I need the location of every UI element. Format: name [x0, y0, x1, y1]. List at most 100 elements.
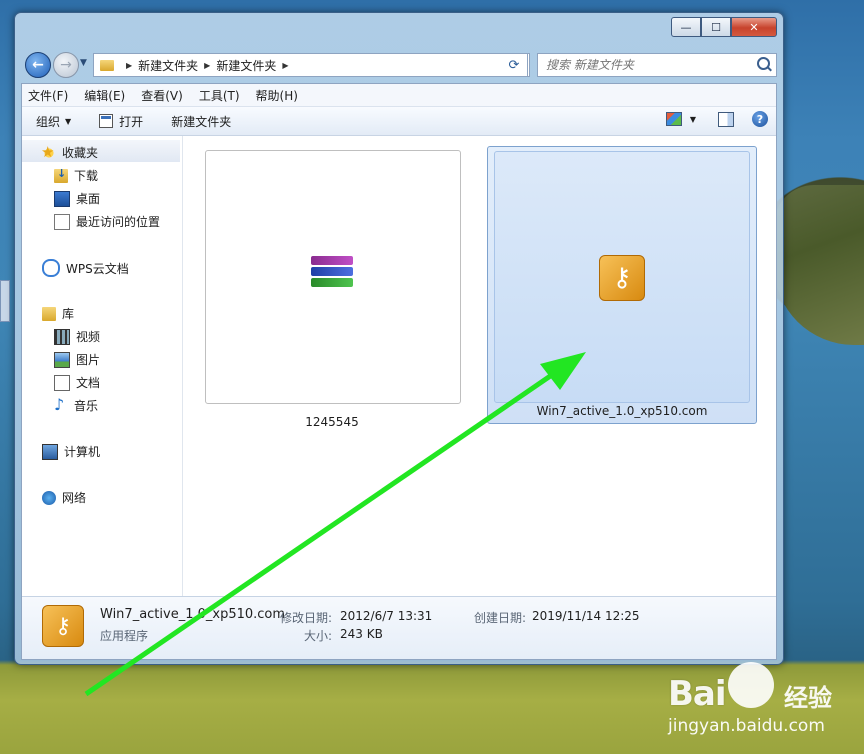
explorer-client-area: 文件(F) 编辑(E) 查看(V) 工具(T) 帮助(H) 组织 ▼ 打开 新建…: [21, 83, 777, 660]
music-note-icon: [54, 395, 68, 414]
file-list: 1245545 ⚷ Win7_active_1.0_xp510.com: [183, 136, 776, 596]
downloads-folder-icon: [54, 167, 68, 183]
forward-button[interactable]: →: [53, 52, 79, 78]
maximize-button[interactable]: ☐: [701, 17, 731, 37]
details-pane: ⚷ Win7_active_1.0_xp510.com 应用程序 修改日期: 2…: [22, 596, 776, 659]
open-label: 打开: [119, 114, 144, 129]
file-name-win7-active[interactable]: Win7_active_1.0_xp510.com: [492, 404, 752, 418]
navigation-row: ← → ▼ ▶ 新建文件夹 ▶ 新建文件夹 ▶ ▼ ⟳: [23, 49, 777, 79]
details-file-type: 应用程序: [100, 629, 149, 643]
nav-music[interactable]: 音乐: [54, 395, 98, 414]
change-view-icon[interactable]: [665, 112, 682, 126]
nav-pictures[interactable]: 图片: [54, 351, 100, 368]
back-button[interactable]: ←: [25, 52, 51, 78]
menu-view[interactable]: 查看(V): [141, 87, 183, 104]
network-icon: [42, 490, 56, 505]
nav-computer-label: 计算机: [64, 445, 101, 459]
details-size-value: 243 KB: [340, 627, 383, 641]
chevron-down-icon: ▼: [65, 116, 72, 126]
recent-places-icon: [54, 213, 70, 230]
nav-documents-label: 文档: [76, 376, 101, 390]
nav-recent-places[interactable]: 最近访问的位置: [54, 213, 160, 230]
navigation-pane: 收藏夹 下载 桌面 最近访问的位置 WPS云文档 库: [22, 136, 183, 596]
breadcrumb-folder-2[interactable]: 新建文件夹: [216, 57, 276, 74]
chevron-right-icon[interactable]: ▶: [204, 61, 210, 70]
minimize-button[interactable]: —: [671, 17, 701, 37]
nav-videos[interactable]: 视频: [54, 328, 100, 345]
background-window-edge: [0, 280, 10, 322]
winrar-archive-icon: [311, 256, 353, 292]
chevron-right-icon[interactable]: ▶: [282, 61, 288, 70]
nav-downloads-label: 下载: [74, 169, 99, 183]
key-app-icon: ⚷: [599, 255, 645, 301]
details-modified-value: 2012/6/7 13:31: [340, 609, 433, 623]
nav-wps-label: WPS云文档: [66, 261, 129, 276]
details-file-name: Win7_active_1.0_xp510.com: [100, 607, 286, 622]
nav-wps-cloud[interactable]: WPS云文档: [42, 259, 129, 277]
search-box[interactable]: [537, 53, 777, 77]
organize-label: 组织: [36, 114, 61, 129]
selection-inner-frame: ⚷: [494, 151, 750, 403]
history-dropdown-button[interactable]: ▼: [80, 58, 87, 68]
video-icon: [54, 328, 70, 345]
nav-pictures-label: 图片: [76, 353, 101, 367]
search-input[interactable]: [538, 54, 748, 76]
desktop-icon: [54, 190, 70, 207]
open-button[interactable]: 打开: [99, 113, 143, 130]
chevron-down-icon: ▼: [80, 58, 87, 68]
chevron-down-icon[interactable]: ▼: [690, 115, 696, 124]
caption-buttons: — ☐ ✕: [671, 17, 777, 37]
watermark-url: jingyan.baidu.com: [668, 716, 825, 736]
document-icon: [54, 374, 70, 391]
watermark-brand-suffix: 经验: [784, 684, 832, 712]
nav-network[interactable]: 网络: [42, 489, 86, 506]
file-tile-win7-active-selected[interactable]: ⚷ Win7_active_1.0_xp510.com: [487, 146, 757, 424]
menu-tools[interactable]: 工具(T): [199, 87, 240, 104]
refresh-icon: ⟳: [508, 57, 520, 73]
details-modified-label: 修改日期:: [280, 611, 333, 625]
menu-help[interactable]: 帮助(H): [256, 87, 298, 104]
organize-button[interactable]: 组织 ▼: [36, 113, 71, 130]
cloud-icon: [42, 259, 60, 277]
new-folder-button[interactable]: 新建文件夹: [171, 113, 231, 130]
nav-network-label: 网络: [62, 491, 87, 505]
preview-pane-icon[interactable]: [718, 111, 734, 127]
computer-icon: [42, 443, 58, 460]
pictures-icon: [54, 351, 70, 368]
library-icon: [42, 306, 56, 321]
baidu-paw-logo: [728, 662, 774, 708]
help-icon[interactable]: ?: [752, 111, 768, 127]
breadcrumb-folder-1[interactable]: 新建文件夹: [138, 57, 198, 74]
watermark-brand: Bai: [668, 674, 727, 714]
nav-recent-label: 最近访问的位置: [76, 215, 161, 229]
details-created-value: 2019/11/14 12:25: [532, 609, 640, 623]
close-button[interactable]: ✕: [731, 17, 777, 37]
nav-favorites[interactable]: 收藏夹: [41, 143, 98, 161]
file-name-1245545[interactable]: 1245545: [202, 415, 462, 429]
refresh-button[interactable]: ⟳: [501, 53, 528, 77]
arrow-left-icon: ←: [32, 57, 44, 73]
open-window-icon: [99, 114, 114, 128]
key-app-icon: ⚷: [42, 605, 84, 647]
menu-edit[interactable]: 编辑(E): [84, 87, 125, 104]
new-folder-label: 新建文件夹: [171, 114, 232, 129]
menu-bar: 文件(F) 编辑(E) 查看(V) 工具(T) 帮助(H): [22, 84, 776, 107]
arrow-right-icon: →: [60, 57, 72, 73]
file-tile-1245545[interactable]: [205, 150, 461, 404]
baidu-watermark: Bai 经验 jingyan.baidu.com: [668, 660, 858, 750]
explorer-window: — ☐ ✕ ← → ▼ ▶ 新建文件夹 ▶ 新建文件夹 ▶ ▼ ⟳ 文件(F) …: [14, 12, 784, 665]
chevron-right-icon[interactable]: ▶: [126, 61, 132, 70]
nav-computer[interactable]: 计算机: [42, 443, 100, 460]
nav-libraries[interactable]: 库: [42, 305, 74, 322]
view-controls: ▼ ?: [665, 111, 768, 127]
nav-desktop-label: 桌面: [76, 192, 101, 206]
details-size-label: 大小:: [304, 629, 333, 643]
star-icon: [41, 143, 56, 161]
nav-documents[interactable]: 文档: [54, 374, 100, 391]
nav-downloads[interactable]: 下载: [54, 167, 98, 184]
nav-desktop[interactable]: 桌面: [54, 190, 100, 207]
menu-file[interactable]: 文件(F): [28, 87, 68, 104]
nav-videos-label: 视频: [76, 330, 101, 344]
address-bar[interactable]: ▶ 新建文件夹 ▶ 新建文件夹 ▶ ▼: [93, 53, 530, 77]
search-icon[interactable]: [757, 57, 770, 70]
